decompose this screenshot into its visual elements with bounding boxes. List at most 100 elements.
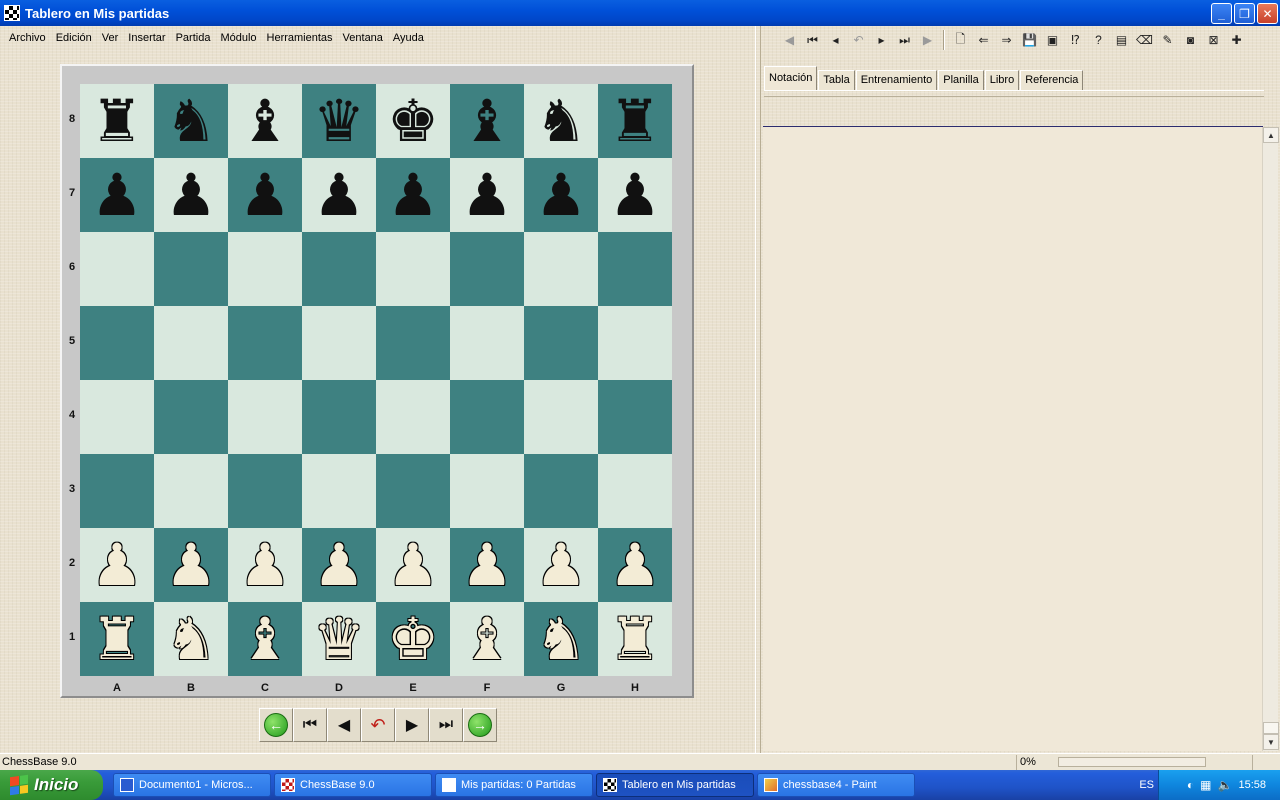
square-d2[interactable]: ♟ (302, 528, 376, 602)
notation-scrollbar[interactable]: ▲ ▼ (1262, 127, 1279, 751)
square-d7[interactable]: ♟ (302, 158, 376, 232)
black-king-icon[interactable]: ♚ (387, 92, 439, 150)
square-b3[interactable] (154, 454, 228, 528)
black-bishop-icon[interactable]: ♝ (239, 92, 291, 150)
square-f2[interactable]: ♟ (450, 528, 524, 602)
white-pawn-icon[interactable]: ♟ (535, 536, 587, 594)
language-indicator[interactable]: ES (1139, 779, 1154, 791)
square-b7[interactable]: ♟ (154, 158, 228, 232)
square-c1[interactable]: ♝ (228, 602, 302, 676)
white-pawn-icon[interactable]: ♟ (609, 536, 661, 594)
square-b4[interactable] (154, 380, 228, 454)
clock[interactable]: 15:58 (1238, 779, 1266, 791)
square-e6[interactable] (376, 232, 450, 306)
white-bishop-icon[interactable]: ♝ (461, 610, 513, 668)
next-move-icon[interactable]: ▸ (870, 29, 893, 51)
tab-notacion[interactable]: Notación (764, 66, 818, 90)
square-e3[interactable] (376, 454, 450, 528)
arrow-right-icon[interactable]: ⇒ (995, 29, 1018, 51)
square-g8[interactable]: ♞ (524, 84, 598, 158)
square-e2[interactable]: ♟ (376, 528, 450, 602)
back-button[interactable]: ← (259, 708, 293, 742)
properties-icon[interactable]: ▤ (1110, 29, 1133, 51)
black-pawn-icon[interactable]: ♟ (461, 166, 513, 224)
minimize-button[interactable]: _ (1211, 3, 1232, 24)
square-h6[interactable] (598, 232, 672, 306)
square-a7[interactable]: ♟ (80, 158, 154, 232)
white-pawn-icon[interactable]: ♟ (313, 536, 365, 594)
black-pawn-icon[interactable]: ♟ (165, 166, 217, 224)
white-queen-icon[interactable]: ♛ (313, 610, 365, 668)
black-bishop-icon[interactable]: ♝ (461, 92, 513, 150)
square-c7[interactable]: ♟ (228, 158, 302, 232)
tab-tabla[interactable]: Tabla (818, 70, 855, 90)
square-e1[interactable]: ♚ (376, 602, 450, 676)
square-h4[interactable] (598, 380, 672, 454)
square-d6[interactable] (302, 232, 376, 306)
square-g2[interactable]: ♟ (524, 528, 598, 602)
menu-ventana[interactable]: Ventana (338, 30, 388, 48)
square-h7[interactable]: ♟ (598, 158, 672, 232)
square-f5[interactable] (450, 306, 524, 380)
next-move-button[interactable]: ▶ (395, 708, 429, 742)
square-e5[interactable] (376, 306, 450, 380)
menu-modulo[interactable]: Módulo (215, 30, 261, 48)
undo-icon[interactable]: ↶ (847, 29, 870, 51)
square-g3[interactable] (524, 454, 598, 528)
white-rook-icon[interactable]: ♜ (91, 610, 143, 668)
square-e7[interactable]: ♟ (376, 158, 450, 232)
last-move-icon[interactable]: ⏭ (893, 29, 916, 51)
black-pawn-icon[interactable]: ♟ (535, 166, 587, 224)
network-icon[interactable]: ▦ (1200, 778, 1211, 792)
square-g6[interactable] (524, 232, 598, 306)
square-f8[interactable]: ♝ (450, 84, 524, 158)
square-f6[interactable] (450, 232, 524, 306)
square-a5[interactable] (80, 306, 154, 380)
square-g5[interactable] (524, 306, 598, 380)
white-rook-icon[interactable]: ♜ (609, 610, 661, 668)
white-pawn-icon[interactable]: ♟ (387, 536, 439, 594)
square-b8[interactable]: ♞ (154, 84, 228, 158)
crosshair-icon[interactable]: ✚ (1225, 29, 1248, 51)
black-rook-icon[interactable]: ♜ (91, 92, 143, 150)
white-knight-icon[interactable]: ♞ (535, 610, 587, 668)
tab-planilla[interactable]: Planilla (938, 70, 984, 90)
menu-ver[interactable]: Ver (97, 30, 124, 48)
eraser-icon[interactable]: ⌫ (1133, 29, 1156, 51)
volume-icon[interactable]: 🔈 (1218, 778, 1233, 792)
last-move-button[interactable]: ⏭ (429, 708, 463, 742)
black-knight-icon[interactable]: ♞ (535, 92, 587, 150)
menu-insertar[interactable]: Insertar (123, 30, 170, 48)
square-a3[interactable] (80, 454, 154, 528)
chessboard-app-icon[interactable] (4, 5, 20, 21)
square-d4[interactable] (302, 380, 376, 454)
save-icon[interactable]: 💾 (1018, 29, 1041, 51)
notation-area[interactable] (763, 126, 1263, 751)
white-knight-icon[interactable]: ♞ (165, 610, 217, 668)
take-back-button[interactable]: ↶ (361, 708, 395, 742)
square-e8[interactable]: ♚ (376, 84, 450, 158)
square-f3[interactable] (450, 454, 524, 528)
white-pawn-icon[interactable]: ♟ (165, 536, 217, 594)
square-b2[interactable]: ♟ (154, 528, 228, 602)
white-king-icon[interactable]: ♚ (387, 610, 439, 668)
menu-ayuda[interactable]: Ayuda (388, 30, 429, 48)
square-h1[interactable]: ♜ (598, 602, 672, 676)
previous-move-button[interactable]: ◀ (327, 708, 361, 742)
menu-edicion[interactable]: Edición (51, 30, 97, 48)
square-h8[interactable]: ♜ (598, 84, 672, 158)
square-c6[interactable] (228, 232, 302, 306)
white-pawn-icon[interactable]: ♟ (91, 536, 143, 594)
square-a1[interactable]: ♜ (80, 602, 154, 676)
camera-icon[interactable]: ◙ (1179, 29, 1202, 51)
back-arrow-tray-icon[interactable]: ◐ (1187, 778, 1194, 792)
square-f1[interactable]: ♝ (450, 602, 524, 676)
scroll-up-icon[interactable]: ▲ (1263, 127, 1279, 143)
square-b1[interactable]: ♞ (154, 602, 228, 676)
delete-icon[interactable]: ⊠ (1202, 29, 1225, 51)
square-d1[interactable]: ♛ (302, 602, 376, 676)
taskbar-item-mis-partidas[interactable]: Mis partidas: 0 Partidas (435, 773, 593, 797)
square-a8[interactable]: ♜ (80, 84, 154, 158)
help-query-icon[interactable]: ? (1087, 29, 1110, 51)
analysis-icon[interactable]: ⁉ (1064, 29, 1087, 51)
